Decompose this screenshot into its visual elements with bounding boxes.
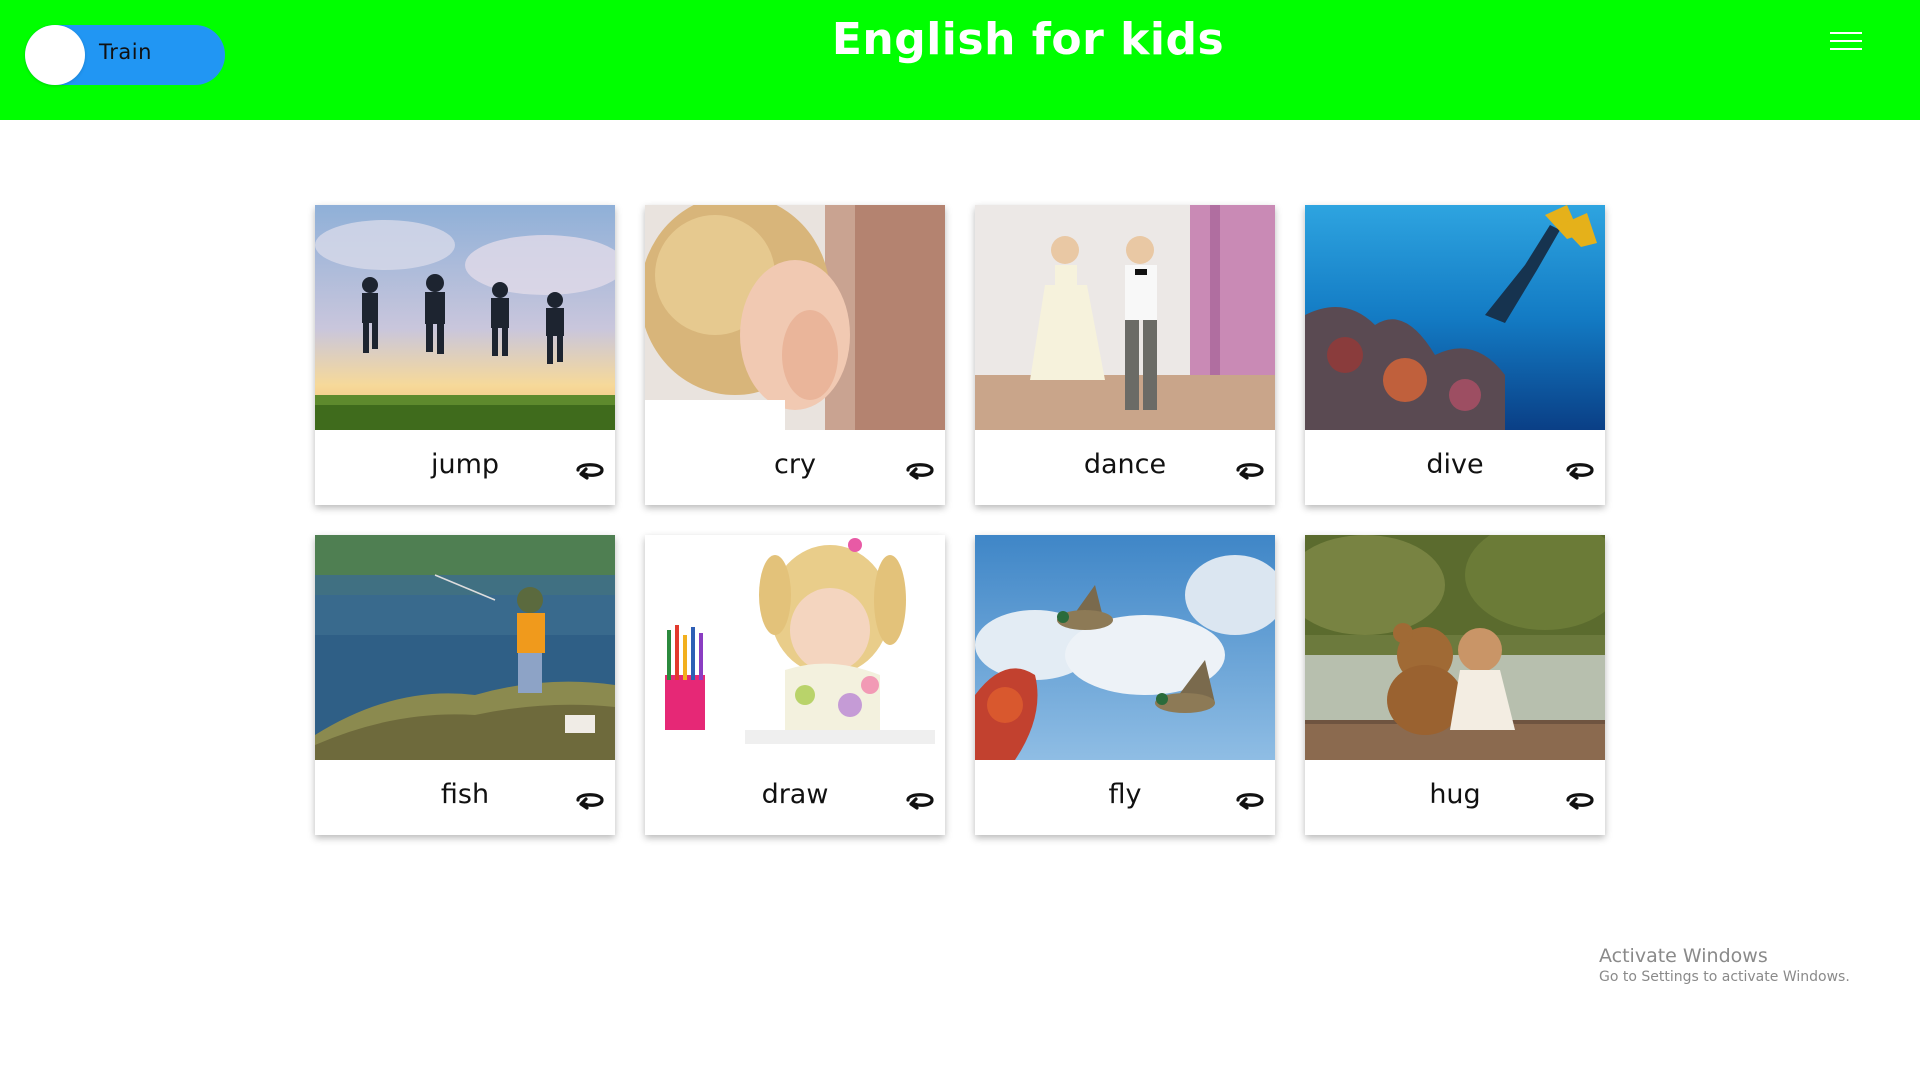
- card-draw[interactable]: draw: [645, 535, 945, 835]
- rotate-icon[interactable]: [573, 787, 607, 813]
- card-word: cry: [774, 449, 816, 480]
- card-fish[interactable]: fish: [315, 535, 615, 835]
- card-cry[interactable]: cry: [645, 205, 945, 505]
- card-jump[interactable]: jump: [315, 205, 615, 505]
- diver-underwater-image: [1305, 205, 1605, 430]
- card-word: fish: [440, 779, 490, 810]
- app-header: Train English for kids: [0, 0, 1920, 120]
- kids-jumping-image: [315, 205, 615, 430]
- rotate-icon[interactable]: [1233, 457, 1267, 483]
- hamburger-icon: [1830, 32, 1862, 34]
- rotate-icon[interactable]: [903, 457, 937, 483]
- card-word: dive: [1426, 449, 1484, 480]
- activate-windows-title: Activate Windows: [1599, 945, 1768, 967]
- activate-windows-watermark: Activate Windows Go to Settings to activ…: [1599, 945, 1850, 985]
- rotate-icon[interactable]: [573, 457, 607, 483]
- card-word: fly: [1108, 779, 1142, 810]
- card-dive[interactable]: dive: [1305, 205, 1605, 505]
- activate-windows-subtitle: Go to Settings to activate Windows.: [1599, 969, 1850, 985]
- ducks-flying-image: [975, 535, 1275, 760]
- card-hug[interactable]: hug: [1305, 535, 1605, 835]
- girl-hugging-teddy-image: [1305, 535, 1605, 760]
- rotate-icon[interactable]: [1563, 787, 1597, 813]
- page-title: English for kids: [831, 14, 1225, 65]
- rotate-icon[interactable]: [1563, 457, 1597, 483]
- card-dance[interactable]: dance: [975, 205, 1275, 505]
- card-word: jump: [430, 449, 500, 480]
- child-crying-image: [645, 205, 945, 430]
- card-word: draw: [761, 779, 829, 810]
- rotate-icon[interactable]: [903, 787, 937, 813]
- girl-drawing-image: [645, 535, 945, 760]
- kids-dancing-image: [975, 205, 1275, 430]
- card-fly[interactable]: fly: [975, 535, 1275, 835]
- hamburger-menu-button[interactable]: [1830, 30, 1864, 54]
- card-word: dance: [1083, 449, 1167, 480]
- child-fishing-image: [315, 535, 615, 760]
- rotate-icon[interactable]: [1233, 787, 1267, 813]
- card-word: hug: [1429, 779, 1481, 810]
